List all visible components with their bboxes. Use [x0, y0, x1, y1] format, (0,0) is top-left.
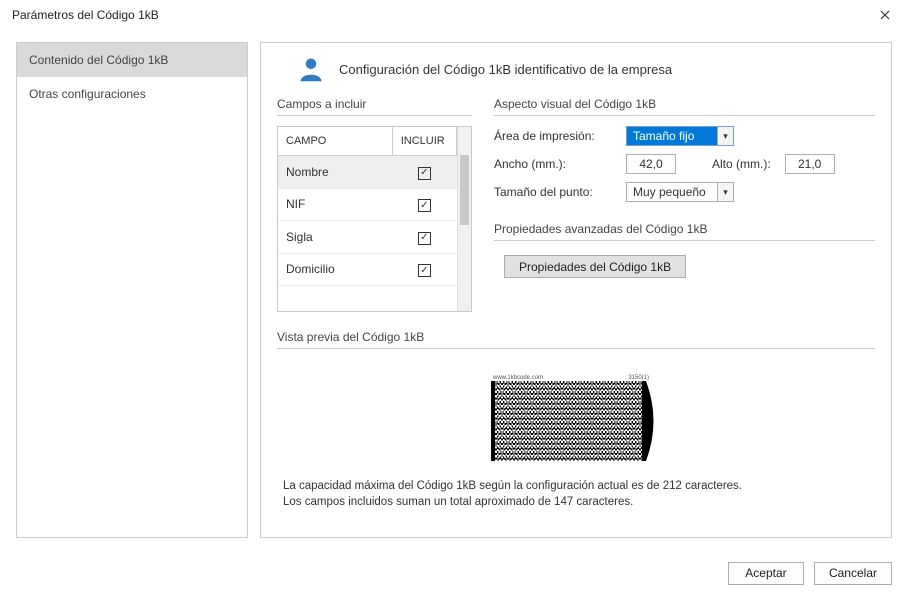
alto-input[interactable]: 21,0 — [785, 154, 835, 174]
area-combo[interactable]: Tamaño fijo ▾ — [626, 126, 734, 146]
fields-table: CAMPO INCLUIR Nombre ✓ NIF ✓ — [277, 126, 472, 312]
include-checkbox[interactable]: ✓ — [418, 167, 431, 180]
alto-label: Alto (mm.): — [712, 157, 771, 171]
sidebar-item-contenido[interactable]: Contenido del Código 1kB — [17, 43, 247, 77]
capacity-note: La capacidad máxima del Código 1kB según… — [277, 479, 875, 510]
main-panel: Configuración del Código 1kB identificat… — [260, 42, 892, 538]
include-checkbox[interactable]: ✓ — [418, 199, 431, 212]
area-label: Área de impresión: — [494, 129, 620, 143]
include-checkbox[interactable]: ✓ — [418, 264, 431, 277]
sidebar: Contenido del Código 1kB Otras configura… — [16, 42, 248, 538]
sidebar-item-label: Contenido del Código 1kB — [29, 53, 168, 67]
ok-button[interactable]: Aceptar — [728, 562, 804, 585]
preview-group-title: Vista previa del Código 1kB — [277, 330, 875, 349]
punto-combo-value: Muy pequeño — [627, 183, 717, 201]
table-row[interactable]: NIF ✓ — [278, 188, 457, 221]
barcode-icon — [491, 381, 661, 461]
table-row[interactable]: Nombre ✓ — [278, 156, 457, 189]
area-combo-value: Tamaño fijo — [627, 127, 717, 145]
scrollbar-thumb[interactable] — [460, 155, 469, 225]
barcode-top-right-label: 3150(1) — [628, 375, 649, 381]
barcode-preview: www.1kbcode.com 3150(1) — [491, 375, 661, 461]
window-title: Parámetros del Código 1kB — [12, 8, 862, 22]
ancho-label: Ancho (mm.): — [494, 157, 620, 171]
dialog-footer: Aceptar Cancelar — [0, 550, 908, 596]
ancho-input[interactable]: 42,0 — [626, 154, 676, 174]
table-scrollbar[interactable] — [457, 127, 471, 311]
barcode-top-left-label: www.1kbcode.com — [493, 375, 543, 381]
cancel-button[interactable]: Cancelar — [814, 562, 892, 585]
cell-campo: Nombre — [278, 156, 392, 189]
visual-group-title: Aspecto visual del Código 1kB — [494, 97, 875, 116]
title-bar: Parámetros del Código 1kB — [0, 0, 908, 30]
panel-header: Configuración del Código 1kB identificat… — [277, 55, 875, 83]
sidebar-item-label: Otras configuraciones — [29, 87, 146, 101]
fields-group-title: Campos a incluir — [277, 97, 472, 116]
chevron-down-icon[interactable]: ▾ — [717, 183, 733, 201]
punto-combo[interactable]: Muy pequeño ▾ — [626, 182, 734, 202]
cell-campo: Domicilio — [278, 253, 392, 286]
close-icon[interactable] — [862, 0, 908, 30]
include-checkbox[interactable]: ✓ — [418, 232, 431, 245]
advanced-group-title: Propiedades avanzadas del Código 1kB — [494, 222, 875, 241]
dialog-body: Contenido del Código 1kB Otras configura… — [0, 30, 908, 550]
col-header-campo[interactable]: CAMPO — [278, 127, 392, 156]
user-icon — [297, 55, 325, 83]
sidebar-item-otras[interactable]: Otras configuraciones — [17, 77, 247, 111]
panel-header-text: Configuración del Código 1kB identificat… — [339, 62, 672, 77]
col-header-incluir[interactable]: INCLUIR — [392, 127, 456, 156]
punto-label: Tamaño del punto: — [494, 185, 620, 199]
cell-campo: Sigla — [278, 221, 392, 254]
table-row[interactable]: Domicilio ✓ — [278, 253, 457, 286]
chevron-down-icon[interactable]: ▾ — [717, 127, 733, 145]
table-row[interactable]: Sigla ✓ — [278, 221, 457, 254]
advanced-properties-button[interactable]: Propiedades del Código 1kB — [504, 255, 686, 278]
cell-campo: NIF — [278, 188, 392, 221]
